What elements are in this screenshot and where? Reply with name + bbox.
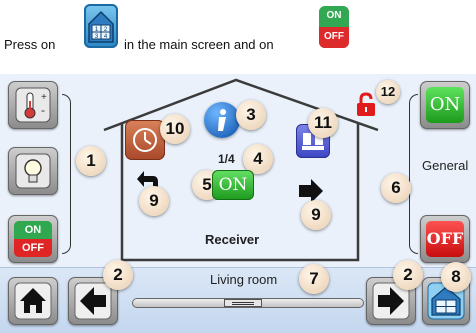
left-on-label: ON (14, 221, 52, 239)
thermometer-icon: + - (15, 87, 51, 123)
bottom-bar: 2 Living room 7 2 8 (0, 260, 476, 333)
general-on-button[interactable]: ON (420, 81, 470, 129)
thermostat-button[interactable]: + - (8, 81, 58, 129)
callout-6: 6 (381, 173, 411, 203)
left-on-off-button[interactable]: ON OFF (8, 215, 58, 263)
instruction-text-2: in the main screen and on (124, 37, 274, 52)
clock-icon (133, 128, 157, 152)
scrollbar-thumb[interactable] (224, 299, 262, 307)
callout-2a: 2 (103, 260, 133, 290)
info-button[interactable] (204, 102, 240, 138)
page-indicator: 1/4 (218, 152, 235, 166)
svg-text:-: - (41, 103, 45, 117)
lighting-button[interactable] (8, 147, 58, 195)
home-button[interactable] (8, 277, 58, 325)
callout-9a: 9 (139, 186, 169, 216)
callout-8: 8 (441, 262, 471, 292)
general-label: General (422, 158, 469, 173)
callout-3: 3 (236, 100, 266, 130)
timer-button[interactable] (125, 120, 165, 160)
receiver-label: Receiver (205, 232, 260, 247)
general-on-label: ON (426, 87, 464, 123)
home-icon (14, 282, 52, 320)
info-icon (218, 109, 226, 131)
on-off-icon-on: ON (319, 6, 349, 27)
left-bracket (62, 94, 71, 254)
general-off-label: OFF (426, 221, 464, 257)
general-off-button[interactable]: OFF (420, 215, 470, 263)
on-off-icon: ON OFF (319, 6, 349, 48)
lightbulb-icon (15, 153, 51, 189)
callout-7: 7 (299, 264, 329, 294)
svg-text:+: + (41, 92, 47, 103)
room-menu-icon: 1 2 3 4 (84, 4, 118, 48)
room-name: Living room (210, 272, 278, 287)
on-off-icon-off: OFF (319, 27, 349, 48)
callout-2b: 2 (393, 260, 423, 290)
callout-9b: 9 (301, 200, 331, 230)
callout-10: 10 (160, 114, 190, 144)
right-bracket (409, 94, 418, 254)
callout-12: 12 (376, 80, 400, 104)
main-screen: + - ON OFF 1 10 3 11 1/4 4 5 ON 9 9 Rece… (0, 74, 476, 333)
lock-icon[interactable] (355, 92, 377, 118)
receiver-on-button[interactable]: ON (212, 170, 254, 200)
room-scrollbar[interactable] (132, 298, 364, 308)
callout-11: 11 (308, 108, 338, 138)
instruction-text-1: Press on (4, 37, 56, 52)
left-off-label: OFF (14, 239, 52, 257)
